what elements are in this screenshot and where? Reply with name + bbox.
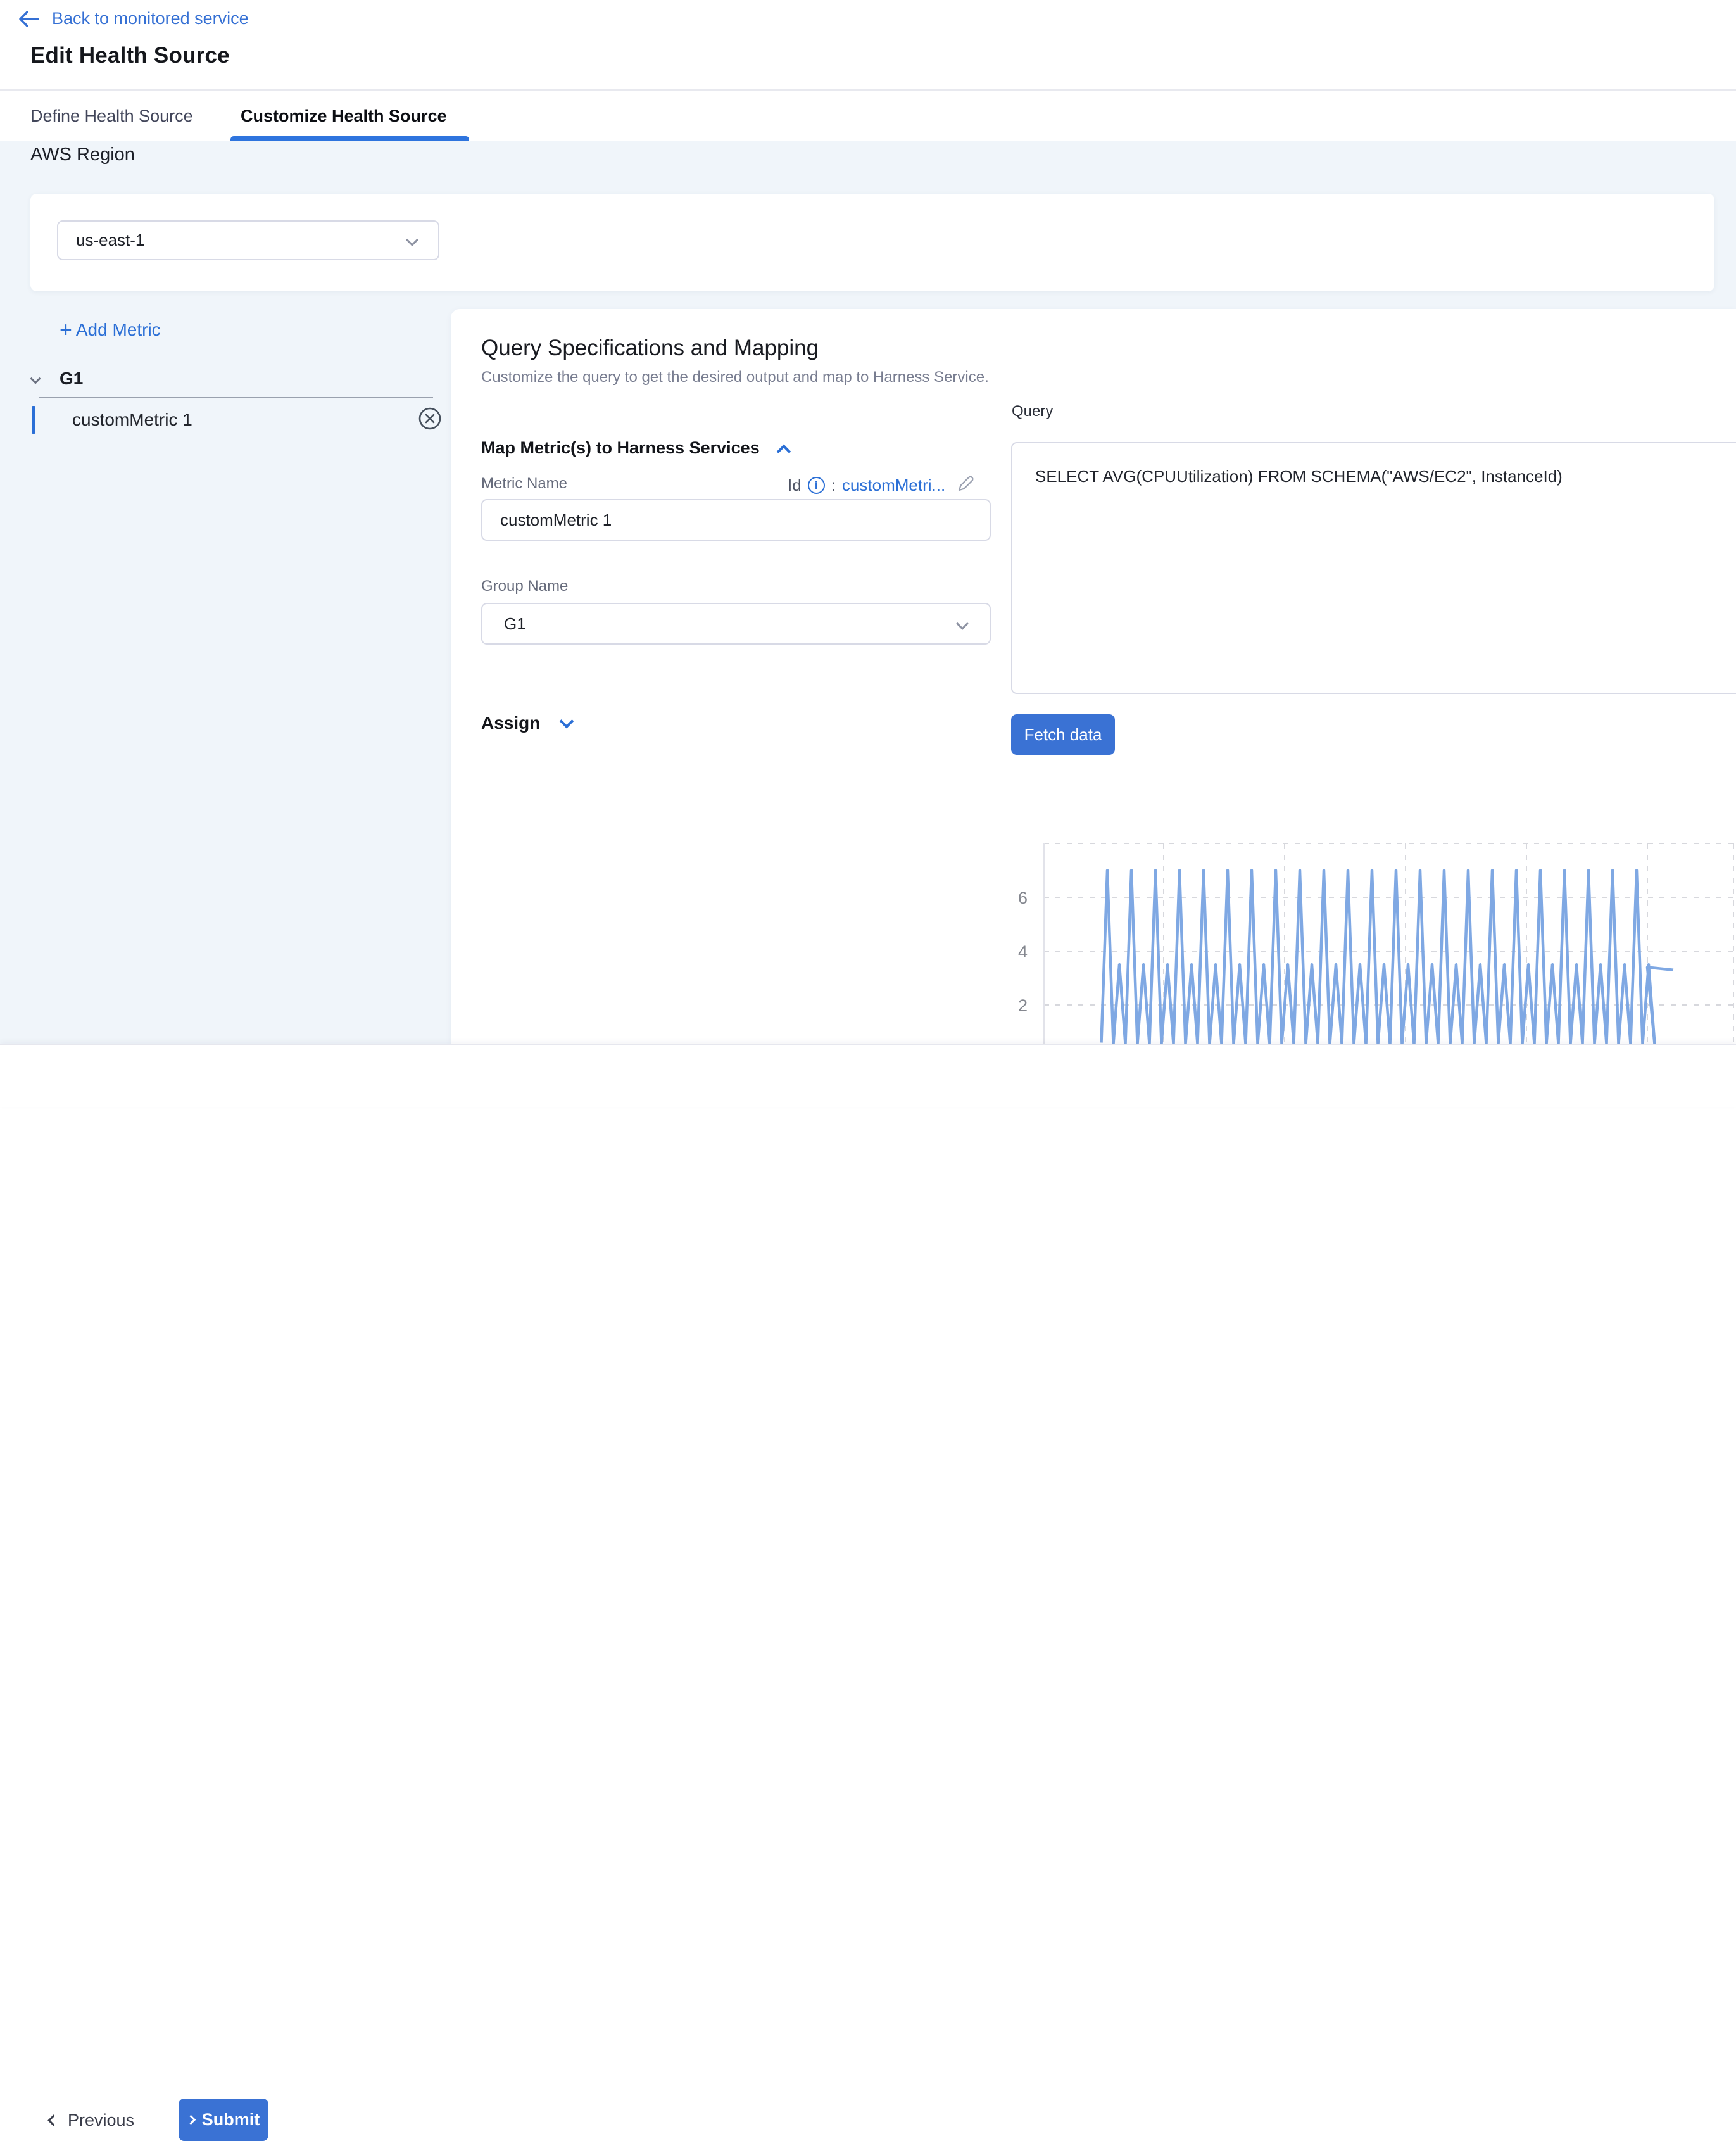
metric-name-input[interactable]	[481, 499, 991, 541]
metric-item-label: customMetric 1	[72, 410, 192, 430]
back-link-label: Back to monitored service	[52, 9, 249, 28]
metric-name-label: Metric Name	[481, 475, 567, 493]
chevron-right-icon	[186, 2115, 196, 2125]
footer-bar: Previous Submit	[0, 1044, 1736, 1107]
back-arrow-icon	[18, 9, 39, 28]
id-separator: :	[831, 476, 836, 495]
edit-pencil-icon[interactable]	[955, 474, 976, 497]
fetch-data-button[interactable]: Fetch data	[1011, 714, 1115, 755]
aws-region-select[interactable]: us-east-1	[57, 220, 439, 260]
sidebar-item-custom-metric[interactable]: customMetric 1	[32, 405, 442, 434]
aws-region-label: AWS Region	[30, 144, 135, 165]
selected-indicator-bar	[32, 406, 35, 434]
query-editor[interactable]: SELECT AVG(CPUUtilization) FROM SCHEMA("…	[1011, 442, 1736, 694]
assign-section-label: Assign	[481, 713, 540, 733]
add-metric-button[interactable]: + Add Metric	[60, 319, 161, 341]
add-metric-label: Add Metric	[76, 320, 161, 340]
group-name-select[interactable]: G1	[481, 603, 991, 645]
chevron-left-icon	[47, 2114, 59, 2126]
previous-button-label: Previous	[68, 2111, 134, 2130]
info-icon[interactable]: i	[808, 477, 825, 494]
id-label: Id	[788, 476, 802, 495]
group-name-value: G1	[504, 614, 526, 634]
previous-button[interactable]: Previous	[49, 2104, 134, 2137]
svg-text:4: 4	[1018, 942, 1028, 961]
metric-preview-chart: 2 4 6	[988, 823, 1736, 1044]
map-metrics-section-label: Map Metric(s) to Harness Services	[481, 438, 760, 458]
panel-subheading: Customize the query to get the desired o…	[481, 369, 989, 386]
chart-svg: 2 4 6	[988, 823, 1736, 1044]
group-name-label: Group Name	[481, 578, 568, 595]
tab-define-health-source[interactable]: Define Health Source	[30, 91, 193, 141]
chevron-down-icon	[406, 234, 418, 246]
chevron-down-icon	[30, 374, 41, 384]
page-title: Edit Health Source	[30, 43, 230, 68]
aws-region-value: us-east-1	[76, 231, 144, 250]
submit-button-label: Submit	[202, 2110, 260, 2130]
svg-text:6: 6	[1018, 888, 1028, 907]
tab-bar: Define Health Source Customize Health So…	[0, 91, 1736, 141]
metric-group-header[interactable]: G1	[32, 369, 83, 389]
tab-customize-health-source[interactable]: Customize Health Source	[241, 91, 447, 141]
svg-text:2: 2	[1018, 996, 1028, 1015]
submit-button[interactable]: Submit	[179, 2099, 268, 2141]
expand-section-chevron-down-icon[interactable]	[560, 714, 574, 729]
query-label: Query	[1012, 403, 1053, 420]
chevron-down-icon	[956, 617, 969, 630]
back-link[interactable]: Back to monitored service	[18, 9, 249, 28]
metric-group-name: G1	[60, 369, 83, 389]
delete-metric-icon[interactable]	[418, 407, 442, 434]
collapse-section-chevron-up-icon[interactable]	[776, 444, 791, 458]
id-value-link[interactable]: customMetri...	[842, 476, 945, 495]
panel-heading: Query Specifications and Mapping	[481, 336, 819, 361]
plus-icon: +	[60, 319, 72, 341]
group-divider	[39, 397, 433, 398]
